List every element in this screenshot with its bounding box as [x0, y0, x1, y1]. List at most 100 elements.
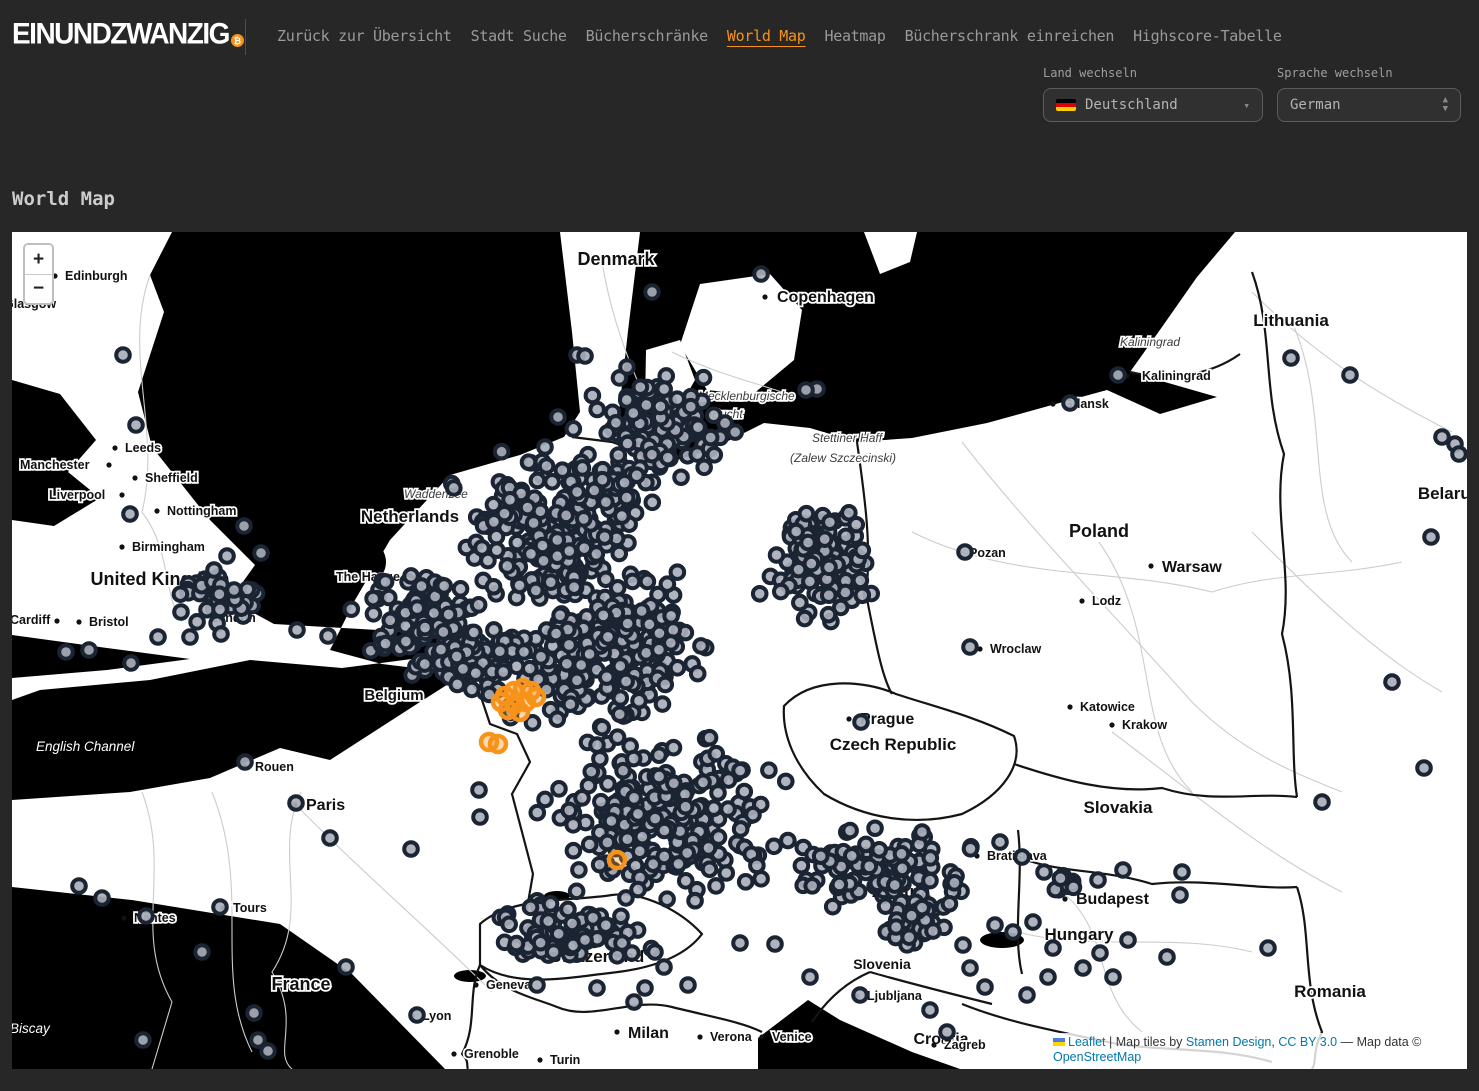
map-marker[interactable] [823, 515, 837, 529]
map-marker[interactable] [183, 630, 197, 644]
map-marker[interactable] [621, 832, 635, 846]
map-marker[interactable] [781, 834, 795, 848]
map-marker[interactable] [631, 883, 645, 897]
ccby-link[interactable]: CC BY 3.0 [1278, 1035, 1337, 1049]
map-marker[interactable] [213, 603, 227, 617]
map-marker[interactable] [762, 763, 776, 777]
map-marker[interactable] [1116, 863, 1130, 877]
map-marker[interactable] [472, 598, 486, 612]
map-marker[interactable] [1121, 933, 1135, 947]
map-marker[interactable] [652, 770, 666, 784]
map-marker[interactable] [451, 678, 465, 692]
map-marker[interactable] [139, 909, 153, 923]
zoom-out-button[interactable]: − [25, 274, 52, 303]
nav-item-heatmap[interactable]: Heatmap [824, 27, 885, 45]
map-marker[interactable] [1160, 950, 1174, 964]
map-marker[interactable] [653, 626, 667, 640]
map-marker[interactable] [626, 575, 640, 589]
map-marker[interactable] [621, 437, 635, 451]
map-marker[interactable] [803, 970, 817, 984]
map-marker[interactable] [854, 715, 868, 729]
map-marker[interactable] [254, 546, 268, 560]
map-marker[interactable] [1106, 970, 1120, 984]
map-marker[interactable] [574, 658, 588, 672]
map-marker[interactable] [833, 878, 847, 892]
map-marker[interactable] [174, 587, 188, 601]
map-marker[interactable] [72, 879, 86, 893]
map-marker[interactable] [339, 960, 353, 974]
map-marker[interactable] [367, 607, 381, 621]
map-marker[interactable] [600, 670, 614, 684]
nav-item-highscore[interactable]: Highscore-Tabelle [1133, 27, 1281, 45]
osm-link[interactable]: OpenStreetMap [1053, 1050, 1141, 1064]
map-marker[interactable] [1261, 941, 1275, 955]
map-marker[interactable] [621, 617, 635, 631]
map-marker[interactable] [410, 1008, 424, 1022]
map-marker[interactable] [746, 808, 760, 822]
map-marker[interactable] [614, 909, 628, 923]
map-marker[interactable] [562, 804, 576, 818]
map-marker[interactable] [616, 764, 630, 778]
map-marker[interactable] [789, 525, 803, 539]
map-marker[interactable] [544, 897, 558, 911]
map-marker[interactable] [493, 644, 507, 658]
map-marker[interactable] [652, 643, 666, 657]
map-marker[interactable] [593, 858, 607, 872]
orange-map-marker[interactable] [481, 734, 497, 750]
stamen-link[interactable]: Stamen Design [1186, 1035, 1271, 1049]
map-marker[interactable] [688, 894, 702, 908]
map-marker[interactable] [988, 918, 1002, 932]
nav-item-einreichen[interactable]: Bücherschrank einreichen [905, 27, 1115, 45]
map-marker[interactable] [1315, 795, 1329, 809]
map-marker[interactable] [214, 627, 228, 641]
map-marker[interactable] [722, 773, 736, 787]
map-marker[interactable] [95, 891, 109, 905]
map-marker[interactable] [645, 285, 659, 299]
map-marker[interactable] [572, 863, 586, 877]
map-marker[interactable] [379, 637, 393, 651]
map-marker[interactable] [434, 643, 448, 657]
map-marker[interactable] [496, 665, 510, 679]
map-marker[interactable] [702, 841, 716, 855]
leaflet-link[interactable]: Leaflet [1068, 1035, 1106, 1049]
world-map[interactable]: DenmarkUnited KingdomPolandNetherlandsBe… [12, 232, 1467, 1069]
map-marker[interactable] [238, 755, 252, 769]
map-marker[interactable] [418, 657, 432, 671]
map-marker[interactable] [594, 795, 608, 809]
map-marker[interactable] [863, 860, 877, 874]
map-marker[interactable] [586, 911, 600, 925]
map-marker[interactable] [590, 403, 604, 417]
map-marker[interactable] [679, 874, 693, 888]
map-marker[interactable] [664, 609, 678, 623]
map-marker[interactable] [344, 602, 358, 616]
map-marker[interactable] [1424, 530, 1438, 544]
map-marker[interactable] [586, 389, 600, 403]
map-marker[interactable] [123, 507, 137, 521]
map-marker[interactable] [404, 569, 418, 583]
map-marker[interactable] [521, 501, 535, 515]
map-marker[interactable] [834, 601, 848, 615]
map-marker[interactable] [190, 615, 204, 629]
map-marker[interactable] [652, 748, 666, 762]
map-marker[interactable] [671, 661, 685, 675]
map-marker[interactable] [631, 807, 645, 821]
map-marker[interactable] [596, 473, 610, 487]
map-marker[interactable] [737, 785, 751, 799]
map-marker[interactable] [670, 392, 684, 406]
map-marker[interactable] [697, 371, 711, 385]
map-marker[interactable] [450, 650, 464, 664]
map-marker[interactable] [560, 657, 574, 671]
map-marker[interactable] [595, 721, 609, 735]
map-marker[interactable] [220, 549, 234, 563]
map-marker[interactable] [447, 481, 461, 495]
map-marker[interactable] [151, 630, 165, 644]
map-marker[interactable] [923, 874, 937, 888]
map-marker[interactable] [1452, 447, 1466, 461]
map-marker[interactable] [547, 945, 561, 959]
map-marker[interactable] [213, 587, 227, 601]
map-marker[interactable] [630, 468, 644, 482]
map-marker[interactable] [503, 493, 517, 507]
map-marker[interactable] [853, 988, 867, 1002]
map-marker[interactable] [1020, 988, 1034, 1002]
map-marker[interactable] [577, 512, 591, 526]
